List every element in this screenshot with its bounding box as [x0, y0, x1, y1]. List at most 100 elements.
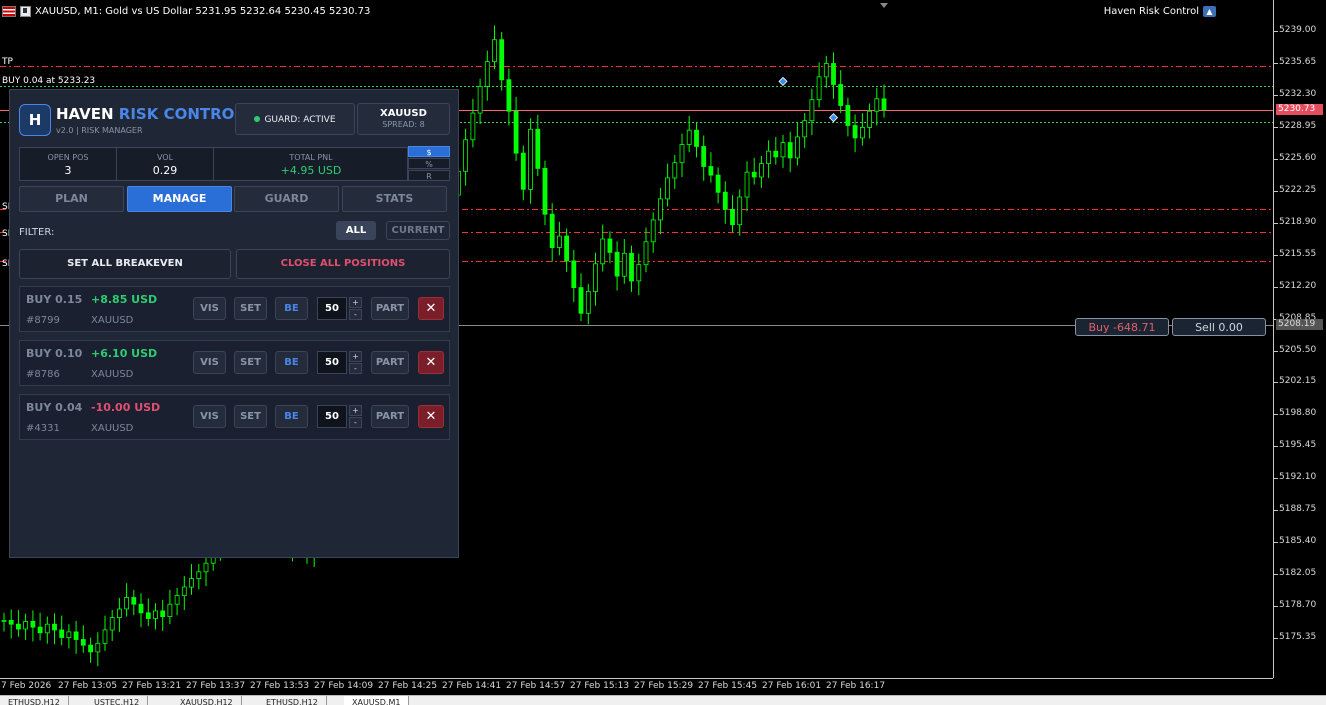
- position-pnl: -10.00 USD: [91, 401, 161, 414]
- set-all-breakeven-button[interactable]: SET ALL BREAKEVEN: [19, 249, 231, 279]
- candle-body: [95, 642, 101, 653]
- decrement-button[interactable]: -: [349, 417, 362, 428]
- price-tick-label: 5222.25: [1279, 185, 1317, 195]
- partial-percent-input[interactable]: 50: [317, 351, 347, 374]
- position-side: BUY 0.10: [26, 347, 83, 360]
- price-tick: [1274, 382, 1278, 383]
- candle-body: [492, 39, 497, 63]
- candle-body: [549, 213, 555, 248]
- time-tick-label: 27 Feb 15:13: [570, 681, 630, 691]
- haven-logo: H: [19, 104, 51, 136]
- time-tick-label: 27 Feb 16:01: [762, 681, 822, 691]
- tab-plan[interactable]: PLAN: [19, 186, 124, 212]
- price-tick: [1274, 63, 1278, 64]
- increment-button[interactable]: +: [349, 351, 362, 362]
- candle-body: [181, 586, 187, 597]
- price-tick: [1274, 574, 1278, 575]
- expert-advisor-label[interactable]: Haven Risk Control ▲: [1104, 6, 1216, 17]
- candle-body: [795, 136, 800, 159]
- breakeven-button[interactable]: BE: [275, 405, 308, 428]
- unit-dollar-button[interactable]: $: [408, 146, 450, 157]
- position-ticket: #8799: [26, 315, 60, 326]
- price-tick: [1274, 638, 1278, 639]
- position-row: BUY 0.04 -10.00 USD #4331 XAUUSD VIS SET…: [19, 394, 450, 440]
- candle-body: [571, 260, 577, 288]
- price-tick-label: 5232.30: [1279, 89, 1317, 99]
- bid-price-tag: 5230.73: [1276, 104, 1323, 115]
- partial-percent-stepper[interactable]: 50 + -: [317, 297, 365, 320]
- candle-body: [131, 597, 137, 605]
- price-tick-label: 5228.95: [1279, 121, 1317, 131]
- position-symbol: XAUUSD: [91, 315, 134, 326]
- price-chart[interactable]: XAUUSD, M1: Gold vs US Dollar 5231.95 52…: [0, 0, 1273, 678]
- set-button[interactable]: SET: [234, 351, 267, 374]
- chart-buy-button[interactable]: Buy -648.71: [1075, 318, 1169, 336]
- vis-button[interactable]: VIS: [193, 405, 226, 428]
- decrement-button[interactable]: -: [349, 309, 362, 320]
- us-flag-icon: [2, 6, 16, 17]
- price-axis[interactable]: 5239.00 5235.65 5232.30 5228.95 5225.60 5222.…: [1273, 0, 1326, 678]
- candle-body: [658, 198, 663, 221]
- partial-close-button[interactable]: PART: [371, 351, 409, 374]
- chart-header-text: XAUUSD, M1: Gold vs US Dollar 5231.95 52…: [35, 6, 371, 17]
- candle-body: [607, 238, 613, 253]
- partial-percent-stepper[interactable]: 50 + -: [317, 351, 365, 374]
- tab-manage[interactable]: MANAGE: [127, 186, 232, 212]
- close-all-positions-button[interactable]: CLOSE ALL POSITIONS: [236, 249, 450, 279]
- set-button[interactable]: SET: [234, 297, 267, 320]
- position-ticket: #8786: [26, 369, 60, 380]
- chart-shift-icon: [880, 3, 888, 8]
- unit-percent-button[interactable]: %: [408, 158, 450, 169]
- time-tick-label: 27 Feb 13:21: [122, 681, 182, 691]
- filter-current-button[interactable]: CURRENT: [386, 221, 450, 240]
- time-axis[interactable]: 7 Feb 2026 27 Feb 13:05 27 Feb 13:21 27 Feb…: [0, 678, 1273, 695]
- buy-entry-line-label: BUY 0.04 at 5233.23: [2, 76, 96, 86]
- decrement-button[interactable]: -: [349, 363, 362, 374]
- increment-button[interactable]: +: [349, 297, 362, 308]
- partial-close-button[interactable]: PART: [371, 405, 409, 428]
- price-tick-label: 5215.55: [1279, 249, 1317, 259]
- candle-body: [73, 631, 79, 640]
- vis-button[interactable]: VIS: [193, 297, 226, 320]
- candle-body: [102, 629, 108, 644]
- tab-stats[interactable]: STATS: [342, 186, 447, 212]
- price-tick-label: 5212.20: [1279, 281, 1317, 291]
- close-position-button[interactable]: ✕: [418, 297, 444, 320]
- candle-body: [189, 578, 194, 588]
- filter-all-button[interactable]: ALL: [336, 221, 376, 240]
- partial-close-button[interactable]: PART: [371, 297, 409, 320]
- candle-body: [109, 617, 115, 631]
- chart-sell-button[interactable]: Sell 0.00: [1172, 318, 1266, 336]
- set-button[interactable]: SET: [234, 405, 267, 428]
- time-tick-label: 27 Feb 15:29: [634, 681, 694, 691]
- candle-body: [708, 166, 714, 176]
- time-tick-label: 27 Feb 16:17: [826, 681, 886, 691]
- position-pnl: +6.10 USD: [91, 347, 158, 360]
- tab-guard[interactable]: GUARD: [234, 186, 339, 212]
- filter-label: FILTER:: [19, 227, 55, 238]
- candle-body: [852, 125, 858, 139]
- stats-bar: OPEN POS 3 VOL 0.29 TOTAL PNL +4.95 USD: [19, 147, 408, 181]
- partial-percent-stepper[interactable]: 50 + -: [317, 405, 365, 428]
- increment-button[interactable]: +: [349, 405, 362, 416]
- time-tick-label: 27 Feb 14:41: [442, 681, 502, 691]
- price-tick: [1274, 510, 1278, 511]
- price-tick-label: 5185.40: [1279, 536, 1317, 546]
- candle-body: [30, 621, 36, 628]
- vis-button[interactable]: VIS: [193, 351, 226, 374]
- close-position-button[interactable]: ✕: [418, 405, 444, 428]
- candle-body: [88, 644, 93, 653]
- partial-percent-input[interactable]: 50: [317, 297, 347, 320]
- price-tick: [1274, 542, 1278, 543]
- candle-body: [585, 290, 591, 314]
- breakeven-button[interactable]: BE: [275, 297, 308, 320]
- candle-body: [499, 39, 505, 81]
- candle-body: [838, 84, 844, 106]
- unit-r-button[interactable]: R: [408, 170, 450, 181]
- candle-body: [66, 631, 72, 639]
- partial-percent-input[interactable]: 50: [317, 405, 347, 428]
- breakeven-button[interactable]: BE: [275, 351, 308, 374]
- candle-body: [153, 610, 158, 619]
- close-position-button[interactable]: ✕: [418, 351, 444, 374]
- symbol-flag-icon: [20, 6, 31, 17]
